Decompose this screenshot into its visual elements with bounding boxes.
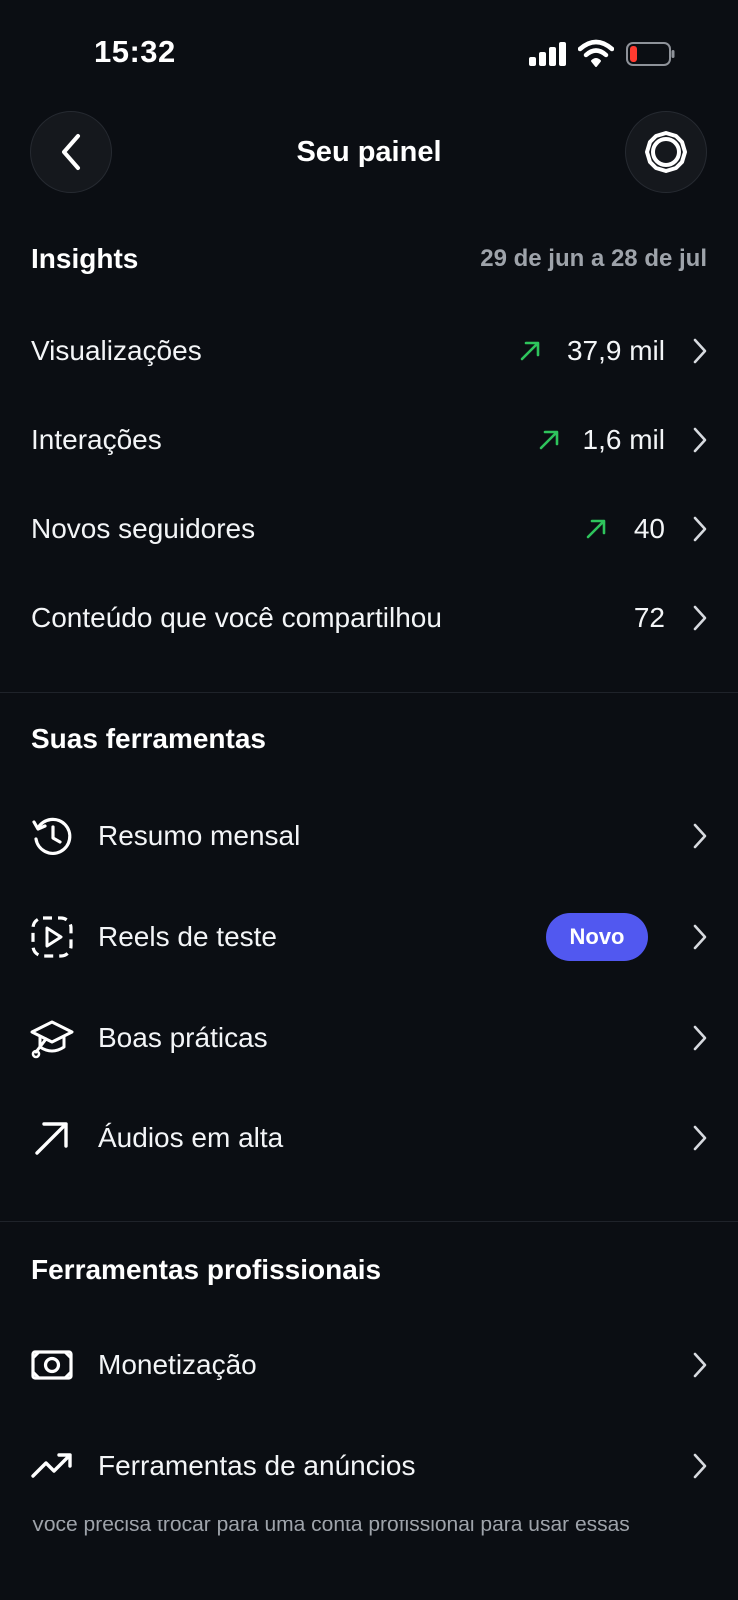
trend-up-icon — [539, 430, 559, 450]
graduation-cap-icon — [30, 1020, 74, 1059]
chevron-right-icon — [693, 338, 707, 364]
tool-row-monthly-summary[interactable]: Resumo mensal — [0, 796, 738, 876]
insight-row-new-followers[interactable]: Novos seguidores 40 — [0, 499, 738, 559]
section-divider — [0, 1221, 738, 1222]
dashboard-screen: 15:32 Seu painel Insights 29 de jun a 28… — [0, 0, 738, 1600]
chevron-right-icon — [693, 924, 707, 950]
battery-low-icon — [626, 42, 675, 66]
insight-label: Conteúdo que você compartilhou — [31, 602, 442, 633]
chevron-right-icon — [693, 1025, 707, 1051]
insight-label: Visualizações — [31, 335, 202, 366]
tool-label: Resumo mensal — [98, 820, 301, 851]
section-divider — [0, 692, 738, 693]
tool-row-monetization[interactable]: Monetização — [0, 1325, 738, 1405]
gear-icon — [645, 131, 687, 173]
trending-up-icon — [31, 1453, 72, 1478]
reels-test-icon — [31, 916, 73, 958]
tool-label: Reels de teste — [98, 921, 277, 952]
settings-button[interactable] — [625, 111, 707, 193]
chevron-right-icon — [693, 823, 707, 849]
history-clock-icon — [32, 817, 72, 855]
cellular-signal-icon — [529, 42, 567, 66]
tool-label: Áudios em alta — [98, 1122, 284, 1153]
note-text: Você precisa trocar para uma conta profi… — [31, 1520, 630, 1536]
status-bar: 15:32 — [0, 0, 738, 100]
chevron-right-icon — [693, 516, 707, 542]
chevron-right-icon — [693, 605, 707, 631]
tool-label: Boas práticas — [98, 1022, 268, 1053]
status-time: 15:32 — [94, 34, 176, 69]
tool-row-trial-reels[interactable]: Reels de teste Novo — [0, 897, 738, 977]
insight-value: 37,9 mil — [566, 335, 665, 366]
arrow-up-right-icon — [35, 1122, 68, 1155]
wifi-icon — [578, 39, 614, 67]
trend-up-icon — [520, 341, 540, 361]
insight-value: 40 — [633, 513, 665, 544]
tools-title: Suas ferramentas — [31, 723, 267, 754]
new-badge: Novo — [546, 913, 648, 961]
insight-row-shared-content[interactable]: Conteúdo que você compartilhou 72 — [0, 588, 738, 648]
tool-row-best-practices[interactable]: Boas práticas — [0, 998, 738, 1078]
date-range: 29 de jun a 28 de jul — [480, 245, 707, 272]
tool-label: Monetização — [98, 1349, 257, 1380]
chevron-right-icon — [693, 1453, 707, 1479]
insights-title: Insights — [31, 243, 139, 274]
professional-account-note: Você precisa trocar para uma conta profi… — [31, 1520, 721, 1540]
insight-row-views[interactable]: Visualizações 37,9 mil — [0, 321, 738, 381]
insight-value: 72 — [633, 602, 665, 633]
tool-row-ad-tools[interactable]: Ferramentas de anúncios — [0, 1426, 738, 1506]
insight-label: Novos seguidores — [31, 513, 256, 544]
chevron-right-icon — [693, 1352, 707, 1378]
tool-row-trending-audio[interactable]: Áudios em alta — [0, 1098, 738, 1178]
chevron-right-icon — [693, 427, 707, 453]
trend-up-icon — [586, 519, 606, 539]
pro-tools-title: Ferramentas profissionais — [31, 1254, 382, 1285]
insight-label: Interações — [31, 424, 162, 455]
tool-label: Ferramentas de anúncios — [98, 1450, 416, 1481]
insight-row-interactions[interactable]: Interações 1,6 mil — [0, 410, 738, 470]
insight-value: 1,6 mil — [582, 424, 665, 455]
chevron-right-icon — [693, 1125, 707, 1151]
money-icon — [31, 1350, 73, 1380]
